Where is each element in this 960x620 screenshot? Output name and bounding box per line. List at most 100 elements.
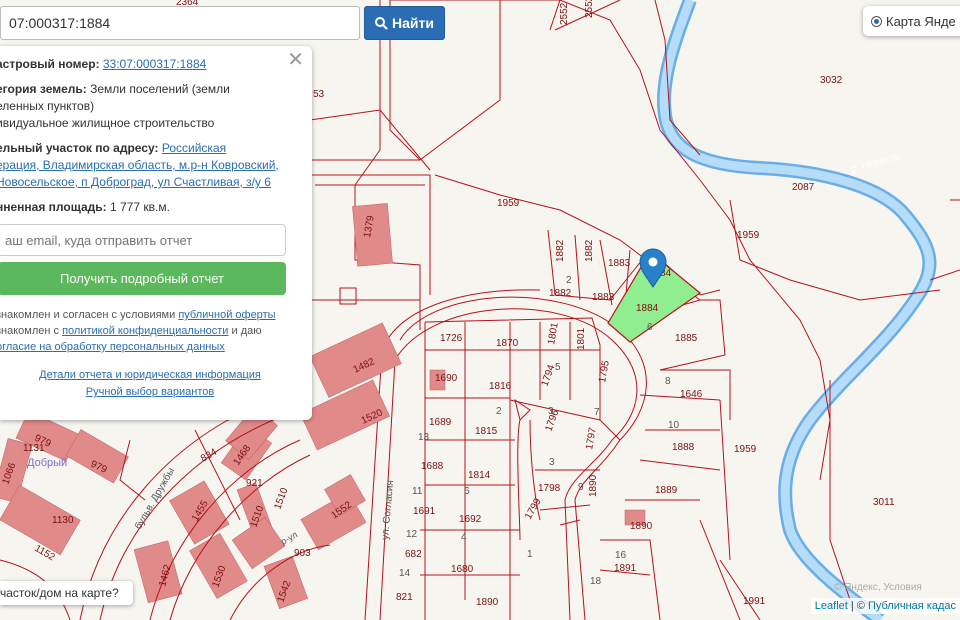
land-usage: ивидуальное жилищное строительство [0, 116, 215, 130]
svg-text:3: 3 [549, 457, 555, 468]
svg-text:1797: 1797 [584, 426, 599, 450]
street-label-druzhby: бульв. Дружбы [132, 466, 177, 532]
cadastral-number-label: астровый номер: [0, 57, 100, 71]
personal-data-link[interactable]: огласие на обработку персональных данных [0, 341, 225, 353]
find-button[interactable]: Найти [364, 6, 445, 40]
svg-text:1816: 1816 [489, 381, 512, 392]
get-report-button[interactable]: Получить подробный отчет [0, 262, 286, 295]
svg-text:11: 11 [412, 486, 423, 497]
svg-text:1692: 1692 [459, 514, 482, 525]
river-label: р. Нерехта [850, 151, 901, 175]
cadastral-search-box[interactable] [0, 6, 360, 40]
svg-text:821: 821 [396, 592, 413, 603]
svg-text:1959: 1959 [497, 198, 520, 209]
consent-offer-text: знакомлен и согласен с условиями [0, 309, 176, 321]
svg-text:1991: 1991 [743, 596, 766, 607]
svg-text:6: 6 [647, 322, 653, 333]
street-label-soglasiya: ул. Согласия [380, 480, 396, 541]
svg-text:2087: 2087 [792, 182, 815, 193]
svg-text:53: 53 [313, 89, 325, 100]
privacy-link[interactable]: политикой конфиденциальности [62, 325, 228, 337]
svg-text:6: 6 [464, 486, 470, 497]
svg-text:1883: 1883 [592, 292, 615, 303]
consent-privacy-text: знакомлен с [0, 325, 60, 337]
map-attribution: Leaflet | © Публичная кадас [810, 598, 960, 614]
svg-text:1890: 1890 [630, 521, 653, 532]
svg-text:3011: 3011 [873, 497, 895, 508]
svg-text:12: 12 [406, 529, 418, 540]
layer-label: Карта Янде [886, 13, 956, 29]
river [657, 0, 937, 620]
attribution-separator: | © [847, 600, 868, 612]
address-row: ельный участок по адресу: Российская [0, 140, 300, 157]
map-copyright: © Яндекс, Условия [834, 582, 922, 593]
layer-control[interactable]: Карта Янде [863, 6, 960, 36]
selected-parcel-label: 1884 [636, 303, 659, 314]
leaflet-link[interactable]: Leaflet [815, 600, 848, 612]
find-button-label: Найти [392, 15, 434, 31]
place-label-dobry: Добрый [27, 457, 67, 469]
svg-text:1889: 1889 [655, 485, 678, 496]
svg-text:10: 10 [668, 420, 680, 431]
svg-text:1690: 1690 [435, 373, 458, 384]
panel-footer-links: Детали отчета и юридическая информация Р… [0, 367, 300, 401]
svg-text:3032: 3032 [820, 75, 843, 86]
address-link-1[interactable]: Российская [162, 141, 226, 155]
parcel-on-map-button[interactable]: часток/дом на карте? [0, 581, 133, 605]
svg-text:1890: 1890 [476, 597, 499, 608]
address-link-3[interactable]: Новосельское, п Доброград, ул Счастливая… [0, 175, 271, 189]
svg-text:3: 3 [548, 406, 554, 417]
svg-text:1814: 1814 [468, 470, 491, 481]
svg-text:1689: 1689 [429, 417, 452, 428]
email-field[interactable] [0, 224, 286, 256]
area-value: 1 777 кв.м. [110, 200, 170, 214]
svg-text:1890: 1890 [588, 474, 599, 497]
cadastral-number-link[interactable]: 33:07:000317:1884 [103, 57, 206, 71]
svg-text:903: 903 [294, 548, 311, 559]
consent-privacy-tail: и даю [231, 325, 262, 337]
svg-text:1798: 1798 [538, 483, 561, 494]
svg-text:1646: 1646 [680, 389, 703, 400]
svg-text:4: 4 [461, 532, 467, 543]
land-category-value-2: еленных пунктов) [0, 99, 95, 113]
svg-text:14: 14 [399, 568, 411, 579]
svg-text:2552: 2552 [559, 2, 570, 25]
svg-text:2552: 2552 [584, 0, 595, 18]
cadastre-link[interactable]: Публичная кадас [868, 600, 956, 612]
details-link[interactable]: Детали отчета и юридическая информация [39, 369, 261, 381]
svg-text:1801: 1801 [576, 327, 587, 350]
svg-text:1131: 1131 [23, 443, 45, 454]
area-row: нненная площадь: 1 777 кв.м. [0, 199, 300, 216]
consent-offer: знакомлен и согласен с условиями публичн… [0, 307, 300, 323]
address-link-2[interactable]: ерация, Владимирская область, м.р-н Ковр… [0, 158, 279, 172]
svg-text:1882: 1882 [584, 239, 595, 262]
email-input[interactable] [0, 225, 285, 255]
svg-text:1799: 1799 [523, 496, 544, 521]
svg-text:1888: 1888 [672, 442, 695, 453]
search-icon [375, 16, 388, 30]
search-input[interactable] [1, 7, 359, 39]
land-category-value-1: Земли поселений (земли [90, 82, 230, 96]
land-category-label: егория земель: [0, 82, 87, 96]
cadastral-number-row: астровый номер: 33:07:000317:1884 [0, 56, 300, 73]
svg-text:1801: 1801 [546, 321, 561, 345]
address-label: ельный участок по адресу: [0, 141, 159, 155]
svg-text:1795: 1795 [597, 359, 612, 383]
svg-text:834: 834 [199, 447, 219, 465]
svg-text:8: 8 [665, 376, 671, 387]
svg-text:1510: 1510 [272, 486, 290, 511]
land-category-row: егория земель: Земли поселений (земли [0, 81, 300, 98]
manual-selection-link[interactable]: Ручной выбор вариантов [86, 386, 214, 398]
svg-text:1885: 1885 [675, 333, 698, 344]
close-icon[interactable]: ✕ [287, 50, 304, 70]
svg-text:1726: 1726 [440, 333, 463, 344]
svg-text:921: 921 [246, 478, 263, 489]
svg-text:1815: 1815 [475, 426, 498, 437]
layer-radio-icon[interactable] [871, 15, 882, 27]
svg-text:2: 2 [566, 275, 572, 286]
svg-text:682: 682 [405, 549, 422, 560]
svg-text:1959: 1959 [737, 230, 760, 241]
svg-text:1130: 1130 [52, 515, 74, 526]
svg-text:1688: 1688 [421, 461, 444, 472]
offer-link[interactable]: публичной оферты [178, 309, 275, 321]
